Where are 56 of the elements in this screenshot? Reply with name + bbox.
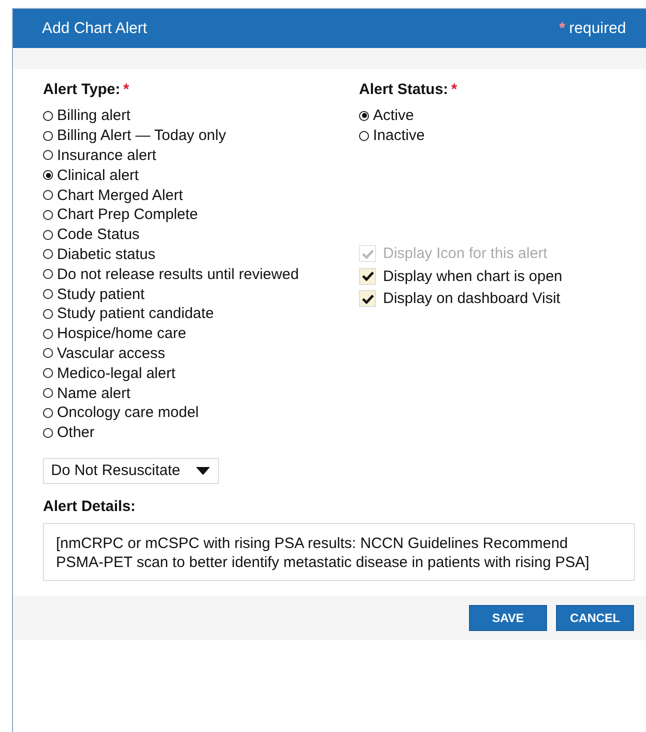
- radio-button[interactable]: [43, 170, 53, 180]
- cancel-button[interactable]: CANCEL: [556, 604, 634, 631]
- radio-button[interactable]: [43, 388, 53, 398]
- required-mark: *: [123, 81, 130, 98]
- radio-label: Medico-legal alert: [57, 364, 176, 382]
- radio-label: Billing Alert — Today only: [57, 127, 226, 144]
- radio-label: Do not release results until reviewed: [57, 266, 299, 283]
- radio-button[interactable]: [43, 210, 53, 220]
- required-mark: *: [559, 20, 566, 36]
- radio-button[interactable]: [359, 130, 369, 141]
- save-button[interactable]: SAVE: [469, 604, 547, 631]
- required-mark: *: [451, 81, 458, 98]
- radio-label: Diabetic status: [57, 246, 156, 263]
- radio-button[interactable]: [43, 308, 53, 319]
- radio-label: Clinical alert: [57, 166, 139, 184]
- radio-label: Hospice/home care: [57, 325, 186, 342]
- radio-button[interactable]: [43, 230, 53, 240]
- radio-label: Study patient candidate: [57, 305, 214, 322]
- radio-button[interactable]: [43, 249, 53, 260]
- radio-label: Other: [57, 424, 95, 442]
- radio-button[interactable]: [43, 348, 53, 358]
- radio-label: Inactive: [373, 127, 425, 144]
- radio-button[interactable]: [43, 269, 53, 280]
- radio-label: Vascular access: [57, 344, 166, 362]
- radio-button[interactable]: [43, 110, 53, 121]
- radio-label: Name alert: [57, 384, 130, 402]
- radio-label: Code Status: [57, 226, 140, 244]
- alert-details-label: Alert Details:: [43, 498, 137, 517]
- radio-label: Active: [373, 107, 414, 124]
- radio-button[interactable]: [43, 190, 53, 200]
- alert-details-field[interactable]: [nmCRPC or mCSPC with rising PSA results: NCCN Guidelines Recommend PSMA-PET scan to better identify metastatic disease in patients with rising PSA]: [43, 522, 635, 581]
- radio-button[interactable]: [43, 408, 53, 418]
- radio-button[interactable]: [43, 150, 53, 160]
- radio-button[interactable]: [359, 110, 369, 121]
- radio-button[interactable]: [43, 428, 53, 438]
- radio-label: Study patient: [57, 286, 145, 303]
- checkbox[interactable]: [359, 268, 376, 285]
- checkbox-label: Display on dashboard Visit: [383, 290, 560, 308]
- radio-button[interactable]: [43, 130, 53, 141]
- radio-label: Oncology care model: [57, 404, 199, 422]
- radio-button[interactable]: [43, 328, 53, 339]
- checkbox-label: Display Icon for this alert: [383, 245, 548, 262]
- radio-label: Billing alert: [57, 107, 130, 124]
- radio-button[interactable]: [43, 289, 53, 300]
- alert-status-label: Alert Status:: [359, 81, 448, 98]
- radio-label: Chart Prep Complete: [57, 206, 198, 224]
- code-status-dropdown[interactable]: Do Not Resuscitate: [43, 458, 219, 484]
- required-note: required: [569, 20, 626, 36]
- dialog-title: Add Chart Alert: [42, 20, 148, 38]
- radio-button[interactable]: [43, 368, 53, 378]
- checkbox-label: Display when chart is open: [383, 268, 562, 285]
- radio-label: Chart Merged Alert: [57, 186, 183, 204]
- alert-type-label: Alert Type:: [43, 81, 120, 98]
- caret-icon: [196, 466, 210, 475]
- checkbox[interactable]: [359, 290, 376, 308]
- radio-label: Insurance alert: [57, 146, 156, 164]
